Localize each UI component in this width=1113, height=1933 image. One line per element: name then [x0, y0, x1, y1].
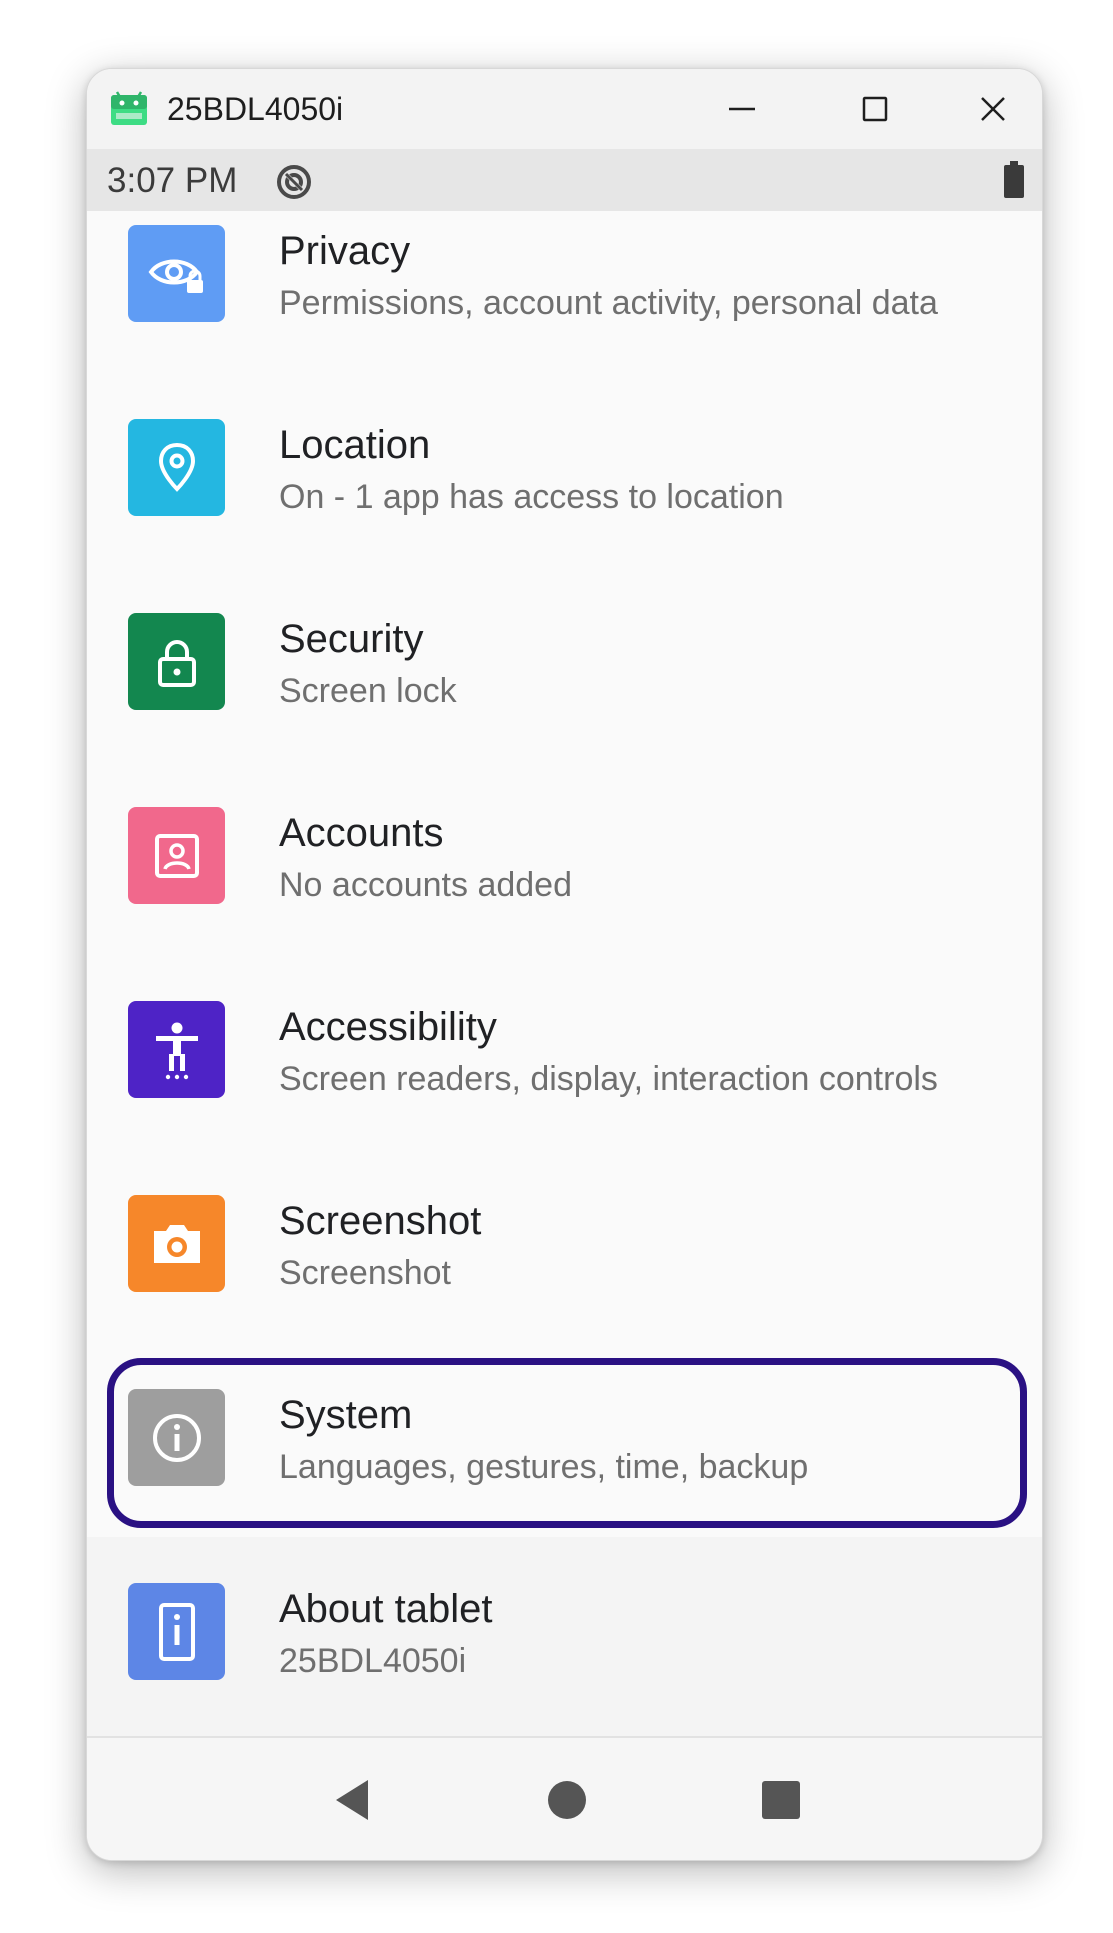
settings-item-subtitle: Screenshot	[279, 1254, 451, 1292]
settings-item-title: Accounts	[279, 811, 444, 855]
settings-item-subtitle: No accounts added	[279, 866, 572, 904]
window-title-bar[interactable]: 25BDL4050i	[87, 69, 1042, 149]
emulator-window: 25BDL4050i 3:07 PM Privacy Permissions, …	[86, 68, 1043, 1861]
navigation-bar	[87, 1738, 1042, 1860]
settings-item-title: Security	[279, 617, 424, 661]
minimize-button[interactable]	[677, 69, 807, 149]
android-app-icon	[111, 91, 147, 125]
close-button[interactable]	[942, 69, 1042, 149]
account-box-icon	[128, 807, 225, 904]
location-pin-icon	[128, 419, 225, 516]
recents-square-icon	[762, 1781, 800, 1819]
home-circle-icon	[548, 1781, 586, 1819]
back-triangle-icon	[336, 1780, 368, 1820]
settings-item-screenshot[interactable]: Screenshot Screenshot	[87, 1165, 1042, 1359]
accessibility-icon	[128, 1001, 225, 1098]
settings-item-privacy[interactable]: Privacy Permissions, account activity, p…	[87, 195, 1042, 389]
window-title: 25BDL4050i	[167, 91, 344, 127]
battery-icon	[1004, 161, 1024, 198]
settings-item-subtitle: On - 1 app has access to location	[279, 478, 784, 516]
focus-highlight	[107, 1358, 1027, 1528]
settings-item-security[interactable]: Security Screen lock	[87, 583, 1042, 777]
settings-item-accessibility[interactable]: Accessibility Screen readers, display, i…	[87, 971, 1042, 1165]
privacy-icon	[128, 225, 225, 322]
minimize-icon	[729, 107, 755, 111]
settings-item-title: Location	[279, 423, 431, 467]
home-button[interactable]	[535, 1768, 599, 1832]
settings-item-accounts[interactable]: Accounts No accounts added	[87, 777, 1042, 971]
settings-item-title: Privacy	[279, 229, 411, 273]
settings-item-title: Screenshot	[279, 1199, 482, 1243]
settings-item-subtitle: Screen readers, display, interaction con…	[279, 1060, 938, 1098]
lock-icon	[128, 613, 225, 710]
recents-button[interactable]	[749, 1768, 813, 1832]
settings-item-title: Accessibility	[279, 1005, 497, 1049]
close-icon	[981, 97, 1005, 121]
back-button[interactable]	[321, 1768, 385, 1832]
settings-item-subtitle: 25BDL4050i	[279, 1642, 467, 1680]
settings-item-subtitle: Screen lock	[279, 672, 457, 710]
camera-icon	[128, 1195, 225, 1292]
maximize-button[interactable]	[810, 69, 940, 149]
maximize-icon	[862, 96, 888, 122]
settings-item-subtitle: Permissions, account activity, personal …	[279, 284, 938, 322]
settings-item-title: About tablet	[279, 1587, 493, 1631]
tablet-info-icon	[128, 1583, 225, 1680]
settings-item-about-tablet[interactable]: About tablet 25BDL4050i	[87, 1553, 1042, 1747]
settings-item-location[interactable]: Location On - 1 app has access to locati…	[87, 389, 1042, 583]
